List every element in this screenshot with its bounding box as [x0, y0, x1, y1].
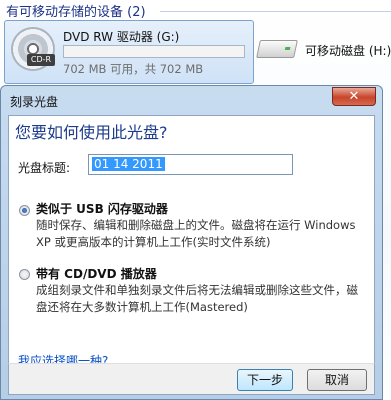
burn-disc-dialog: 刻录光盘 ✕ 您要如何使用此光盘? 光盘标题: 01 14 2011 类似于 U… [0, 85, 383, 400]
disc-title-input[interactable]: 01 14 2011 [88, 154, 293, 175]
cd-dvd-player-radio[interactable] [19, 269, 30, 280]
section-header: 有可移动存储的设备 (2) [6, 5, 146, 20]
cd-dvd-player-option-title[interactable]: 带有 CD/DVD 播放器 [36, 265, 157, 282]
section-divider [160, 11, 391, 12]
dvd-drive-item[interactable]: CD-R DVD RW 驱动器 (G:) 702 MB 可用，共 702 MB [4, 20, 254, 84]
cd-dvd-player-option-description: 成组刻录文件和单独刻录文件后将无法编辑或删除这些文件，磁盘还将在大多数计算机上工… [36, 283, 358, 314]
dvd-drive-name: DVD RW 驱动器 (G:) [63, 30, 180, 44]
dialog-content: 您要如何使用此光盘? 光盘标题: 01 14 2011 类似于 USB 闪存驱动… [8, 115, 375, 370]
cd-r-label: CD-R [27, 54, 55, 66]
close-button[interactable]: ✕ [332, 87, 376, 106]
cancel-button[interactable]: 取消 [307, 369, 367, 391]
next-button[interactable]: 下一步 [237, 369, 293, 391]
usb-flash-radio[interactable] [19, 205, 30, 216]
dialog-heading: 您要如何使用此光盘? [15, 123, 168, 142]
disc-title-label: 光盘标题: [18, 161, 71, 175]
drive-free-space: 702 MB 可用，共 702 MB [63, 62, 204, 76]
usb-flash-option-title[interactable]: 类似于 USB 闪存驱动器 [36, 200, 168, 217]
removable-drive-name[interactable]: 可移动磁盘 (H:) [305, 42, 391, 59]
removable-drive-icon [256, 40, 298, 58]
disc-title-value: 01 14 2011 [92, 157, 165, 171]
usb-flash-option-description: 随时保存、编辑和删除磁盘上的文件。磁盘将在运行 Windows XP 或更高版本… [36, 218, 356, 249]
dialog-footer: 下一步 取消 [8, 363, 375, 395]
dialog-title: 刻录光盘 [10, 95, 59, 109]
drive-usage-bar [63, 45, 245, 58]
